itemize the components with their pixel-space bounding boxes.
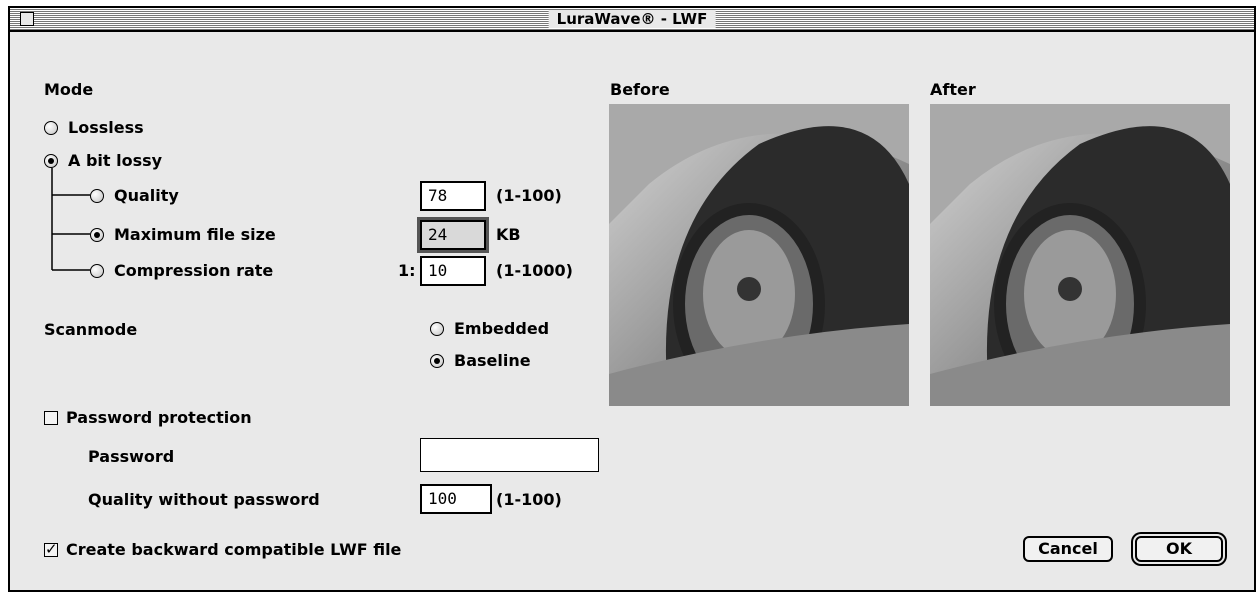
bit-lossy-radio[interactable] <box>44 154 58 168</box>
quality-without-password-label: Quality without password <box>88 490 320 509</box>
quality-without-password-input[interactable]: 100 <box>420 484 492 514</box>
ok-button[interactable]: OK <box>1135 536 1223 562</box>
before-preview-image <box>609 104 909 406</box>
max-file-size-label[interactable]: Maximum file size <box>114 225 276 245</box>
max-file-size-unit: KB <box>496 225 521 244</box>
quality-input[interactable]: 78 <box>420 181 486 211</box>
baseline-label[interactable]: Baseline <box>454 351 531 371</box>
option-tree-lines <box>51 168 90 271</box>
compression-rate-input[interactable]: 10 <box>420 256 486 286</box>
title-bar[interactable]: LuraWave® - LWF <box>10 8 1254 32</box>
baseline-radio[interactable] <box>430 354 444 368</box>
quality-without-password-range: (1-100) <box>496 490 562 509</box>
quality-label[interactable]: Quality <box>114 186 179 206</box>
password-label: Password <box>88 447 175 466</box>
quality-radio[interactable] <box>90 189 104 203</box>
password-protection-label[interactable]: Password protection <box>66 408 252 428</box>
embedded-label[interactable]: Embedded <box>454 319 549 339</box>
max-file-size-input[interactable]: 24 <box>417 217 489 253</box>
embedded-radio[interactable] <box>430 322 444 336</box>
password-protection-checkbox[interactable] <box>44 411 58 425</box>
close-box-icon[interactable] <box>20 12 34 26</box>
quality-range: (1-100) <box>496 186 562 205</box>
cancel-button[interactable]: Cancel <box>1023 536 1113 562</box>
password-input[interactable] <box>420 438 599 472</box>
scanmode-heading: Scanmode <box>44 320 138 339</box>
after-preview-image <box>930 104 1230 406</box>
compression-rate-range: (1-1000) <box>496 261 573 280</box>
compression-rate-label[interactable]: Compression rate <box>114 261 273 281</box>
after-label: After <box>930 80 976 99</box>
before-label: Before <box>610 80 670 99</box>
lossless-radio[interactable] <box>44 121 58 135</box>
window-title: LuraWave® - LWF <box>548 10 716 28</box>
mode-heading: Mode <box>44 80 94 99</box>
backward-compatible-label[interactable]: Create backward compatible LWF file <box>66 540 401 560</box>
lossless-label[interactable]: Lossless <box>68 118 144 138</box>
compression-rate-prefix: 1: <box>398 261 416 280</box>
compression-rate-radio[interactable] <box>90 264 104 278</box>
backward-compatible-checkbox[interactable] <box>44 540 58 558</box>
max-file-size-radio[interactable] <box>90 228 104 242</box>
